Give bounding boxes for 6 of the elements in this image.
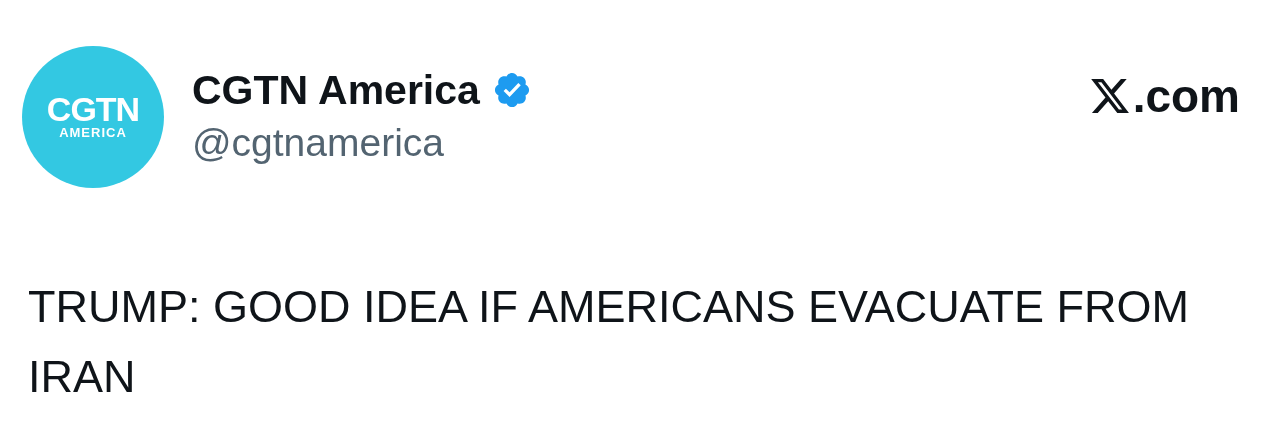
site-domain: .com — [1132, 72, 1240, 120]
author-name: CGTN America — [192, 66, 480, 114]
avatar-logo-text: AMERICA — [59, 125, 127, 141]
tweet-text: TRUMP: GOOD IDEA IF AMERICANS EVACUATE FROM IRAN — [28, 280, 1190, 404]
avatar-logo-text: CGTN — [46, 93, 140, 125]
author-handle[interactable]: @cgtnamerica — [192, 118, 532, 168]
